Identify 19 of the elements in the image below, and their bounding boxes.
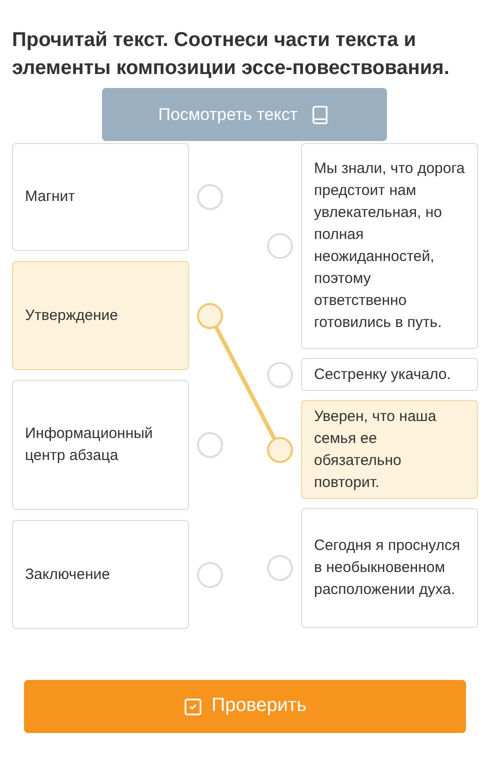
answer-card[interactable]: Магнит — [12, 143, 189, 251]
checkbox-icon — [183, 696, 204, 716]
card-text: Уверен, что наша семья ее обязательно повторит. — [314, 406, 438, 492]
answer-card[interactable]: Сегодня я проснулся в необыкновенном расположении духа. — [301, 508, 478, 628]
answer-card[interactable]: Информационный центр абзаца — [12, 380, 189, 510]
card-text: Мы знали, что дорога предстоит нам увлекательная, но полная неожиданностей, поэтому ответственно готовились в путь. — [314, 159, 465, 333]
card-text: Сестренку укачало. — [314, 364, 451, 384]
book-icon — [310, 104, 330, 124]
answer-card[interactable]: Мы знали, что дорога предстоит нам увлекательная, но полная неожиданностей, поэтому ответственно готовились в путь. — [301, 143, 478, 349]
card-text: Сегодня я проснулся в необыкновенном расположении духа. — [314, 536, 462, 600]
card-text: Магнит — [25, 187, 76, 207]
card-text: Утверждение — [25, 306, 118, 326]
answer-card[interactable]: Уверен, что наша семья ее обязательно повторит. — [301, 400, 478, 499]
card-text: Информационный центр абзаца — [25, 424, 154, 466]
answer-card[interactable]: Утверждение — [12, 261, 189, 370]
card-text: Заключение — [25, 564, 110, 584]
answer-card[interactable]: Сестренку укачало. — [301, 358, 478, 391]
answer-card[interactable]: Заключение — [12, 520, 189, 629]
task-title: Прочитай текст. Соотнеси части текста и элементы композиции эссе-повествования. — [11, 28, 450, 81]
